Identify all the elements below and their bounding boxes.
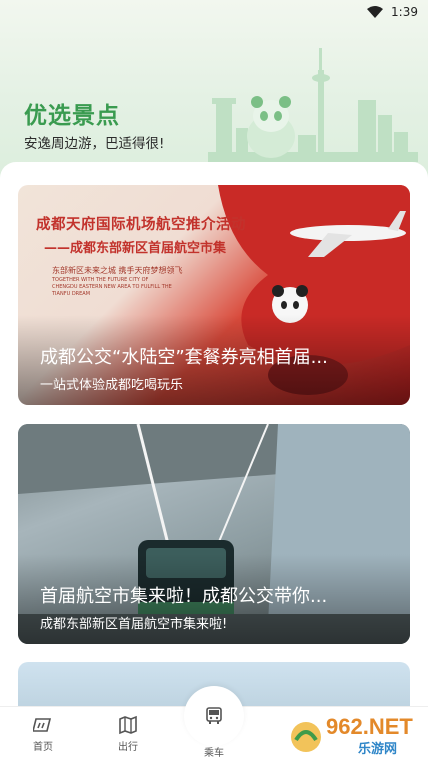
tab-travel-label: 出行 [118, 742, 138, 753]
content-panel: 成都天府国际机场航空推介活动 ——成都东部新区首届航空市集 东部新区未来之城 携… [0, 162, 428, 722]
watermark-main: 962.NET [326, 714, 413, 739]
status-time: 1:39 [391, 5, 418, 19]
bus-qr-icon [206, 707, 222, 724]
header-banner: 1:39 优选景点 安逸周边游，巴适得很! [0, 0, 428, 180]
poster-slogan: 东部新区未来之城 携手天府梦想领飞 [52, 266, 183, 275]
watermark-sub: 乐游网 [358, 742, 398, 757]
news-card[interactable]: 成都天府国际机场航空推介活动 ——成都东部新区首届航空市集 东部新区未来之城 携… [18, 185, 410, 405]
poster-slogan-en: TOGETHER WITH THE FUTURE CITY OF CHENGDU… [52, 277, 172, 297]
tab-travel[interactable]: 出行 [98, 715, 158, 753]
map-icon [119, 715, 137, 735]
watermark-logo-icon [291, 722, 321, 752]
tab-ride[interactable] [184, 686, 244, 746]
page-subtitle: 安逸周边游，巴适得很! [24, 136, 165, 152]
tab-home-label: 首页 [33, 742, 53, 753]
wifi-icon [367, 6, 384, 18]
poster-subheading: ——成都东部新区首届航空市集 [44, 241, 227, 256]
tab-ride-label: 乘车 [204, 748, 224, 759]
card-title: 首届航空市集来啦！成都公交带你... [40, 586, 328, 607]
card-subtitle: 成都东部新区首届航空市集来啦! [40, 617, 228, 632]
city-skyline-illustration [208, 48, 418, 162]
poster-heading: 成都天府国际机场航空推介活动 [36, 217, 246, 233]
panda-illustration [247, 96, 295, 158]
home-icon [33, 718, 52, 732]
card-title: 成都公交“水陆空”套餐券亮相首届... [40, 347, 328, 368]
site-watermark: 962.NET 乐游网 [286, 714, 424, 758]
page-title: 优选景点 [24, 103, 120, 129]
news-card[interactable]: 首届航空市集来啦！成都公交带你... 成都东部新区首届航空市集来啦! [18, 424, 410, 644]
status-bar: 1:39 [0, 0, 428, 24]
tab-home[interactable]: 首页 [13, 715, 73, 753]
card-subtitle: 一站式体验成都吃喝玩乐 [40, 378, 184, 393]
